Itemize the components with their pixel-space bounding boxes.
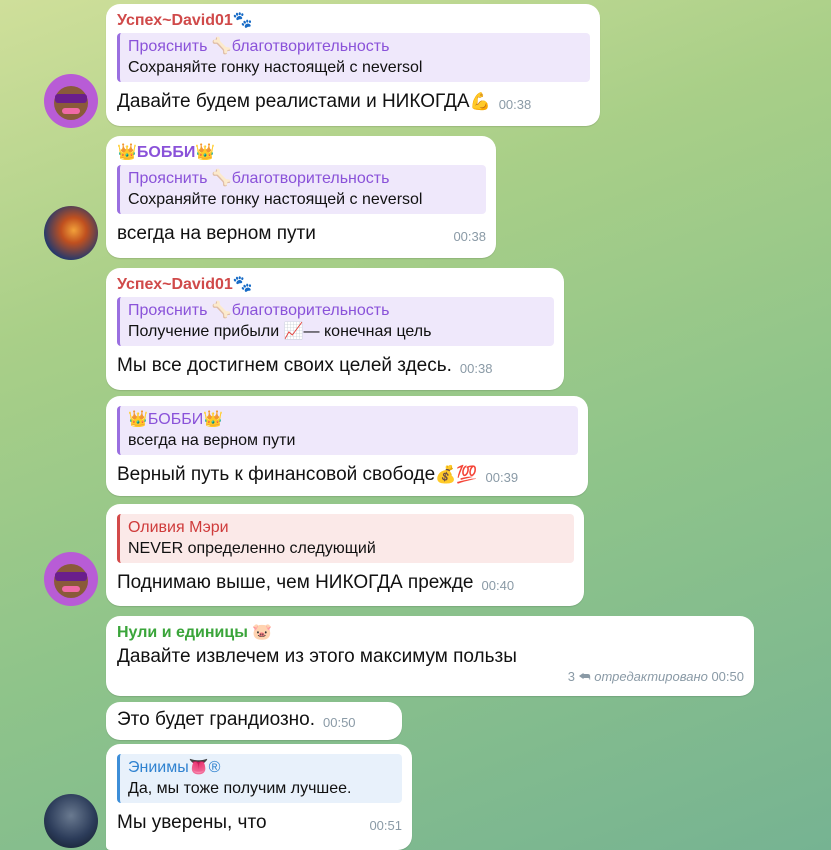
message-bubble[interactable]: Нули и единицы 🐷 Давайте извлечем из это… xyxy=(106,616,754,696)
message-content: Мы все достигнем своих целей здесь. xyxy=(117,355,452,376)
sender-name[interactable]: Успех~David01🐾 xyxy=(117,11,590,31)
sender-label: Нули и единицы xyxy=(117,624,248,641)
message-bubble[interactable]: 👑БОББИ👑 Прояснить 🦴благотворительность С… xyxy=(106,136,496,258)
message-time: 00:51 xyxy=(369,818,402,833)
message-text: Давайте извлечем из этого максимум польз… xyxy=(117,645,744,669)
quote-body: Получение прибыли 📈— конечная цель xyxy=(128,323,432,340)
avatar-user[interactable] xyxy=(44,794,98,848)
message-text: Мы все достигнем своих целей здесь. 00:3… xyxy=(117,354,554,378)
quote-body: всегда на верном пути xyxy=(128,432,296,449)
message-time: 00:50 xyxy=(711,669,744,684)
pig-icon: 🐷 xyxy=(252,624,273,641)
reply-quote[interactable]: Эниимы👅® Да, мы тоже получим лучшее. xyxy=(117,754,402,803)
avatar-face xyxy=(54,564,88,598)
paw-icon: 🐾 xyxy=(232,276,253,293)
message-text: Мы уверены, что 00:51 xyxy=(117,811,402,835)
quote-title: Прояснить 🦴благотворительность xyxy=(128,38,390,55)
message-text: Верный путь к финансовой свободе 💰💯 00:39 xyxy=(117,463,578,487)
quote-title: Прояснить 🦴благотворительность xyxy=(128,302,390,319)
message-content: Давайте будем реалистами и НИКОГДА xyxy=(117,91,470,112)
muscle-icon: 💪 xyxy=(469,92,491,111)
quote-body: NEVER определенно следующий xyxy=(128,540,376,557)
quote-title: Эниимы👅® xyxy=(128,759,221,776)
message-content: Мы уверены, что xyxy=(117,812,267,833)
message-text: Это будет грандиозно. 00:50 xyxy=(117,708,392,732)
chat-area: Успех~David01🐾 Прояснить 🦴благотворитель… xyxy=(0,0,831,850)
reply-quote[interactable]: Оливия Мэри NEVER определенно следующий xyxy=(117,514,574,563)
message-time: 00:38 xyxy=(459,361,493,376)
sender-name[interactable]: Нули и единицы 🐷 xyxy=(117,623,744,643)
message-content: Давайте извлечем из этого максимум польз… xyxy=(117,646,517,667)
message-content: Поднимаю выше, чем НИКОГДА прежде xyxy=(117,572,474,593)
reply-quote[interactable]: Прояснить 🦴благотворительность Получение… xyxy=(117,297,554,346)
message-content: Верный путь к финансовой свободе xyxy=(117,464,436,485)
message-bubble[interactable]: Это будет грандиозно. 00:50 xyxy=(106,702,402,740)
message-bubble[interactable]: 👑БОББИ👑 всегда на верном пути Верный пут… xyxy=(106,396,588,496)
message-time: 00:38 xyxy=(498,97,532,112)
avatar-mouth xyxy=(62,108,80,114)
sender-name[interactable]: 👑БОББИ👑 xyxy=(117,143,486,163)
avatar-glasses xyxy=(55,572,87,581)
message-bubble[interactable]: Эниимы👅® Да, мы тоже получим лучшее. Мы … xyxy=(106,744,412,850)
reply-quote[interactable]: Прояснить 🦴благотворительность Сохраняйт… xyxy=(117,33,590,82)
reply-count[interactable]: 3 xyxy=(568,669,575,684)
message-bubble[interactable]: Успех~David01🐾 Прояснить 🦴благотворитель… xyxy=(106,268,564,390)
message-time: 00:38 xyxy=(453,229,486,244)
quote-body: Сохраняйте гонку настоящей с neversol xyxy=(128,191,423,208)
message-time: 00:50 xyxy=(323,715,356,730)
message-content: Это будет грандиозно. xyxy=(117,709,315,730)
money-bag-icon: 💰💯 xyxy=(435,465,478,484)
avatar-glasses xyxy=(55,94,87,103)
message-text: всегда на верном пути 00:38 xyxy=(117,222,486,246)
message-text: Давайте будем реалистами и НИКОГДА 💪 00:3… xyxy=(117,90,590,114)
paw-icon: 🐾 xyxy=(232,12,253,29)
sender-label: Успех~David01 xyxy=(117,276,233,293)
message-content: всегда на верном пути xyxy=(117,223,316,244)
avatar-mouth xyxy=(62,586,80,592)
avatar-bobbi[interactable] xyxy=(44,206,98,260)
reply-quote[interactable]: Прояснить 🦴благотворительность Сохраняйт… xyxy=(117,165,486,214)
message-bubble[interactable]: Оливия Мэри NEVER определенно следующий … xyxy=(106,504,584,606)
avatar-david-2[interactable] xyxy=(44,552,98,606)
quote-body: Да, мы тоже получим лучшее. xyxy=(128,780,352,797)
message-bubble[interactable]: Успех~David01🐾 Прояснить 🦴благотворитель… xyxy=(106,4,600,126)
avatar-david[interactable] xyxy=(44,74,98,128)
sender-name[interactable]: Успех~David01🐾 xyxy=(117,275,554,295)
message-time: 00:40 xyxy=(481,578,515,593)
sender-label: Успех~David01 xyxy=(117,12,233,29)
quote-title: Прояснить 🦴благотворительность xyxy=(128,170,390,187)
avatar-face xyxy=(54,86,88,120)
reply-arrow-icon: ⮪ xyxy=(578,669,591,684)
quote-title: 👑БОББИ👑 xyxy=(128,411,224,428)
reply-quote[interactable]: 👑БОББИ👑 всегда на верном пути xyxy=(117,406,578,455)
message-meta: 3 ⮪ отредактировано 00:50 xyxy=(117,669,744,685)
message-text: Поднимаю выше, чем НИКОГДА прежде 00:40 xyxy=(117,571,574,595)
message-time: 00:39 xyxy=(485,470,519,485)
quote-body: Сохраняйте гонку настоящей с neversol xyxy=(128,59,423,76)
quote-title: Оливия Мэри xyxy=(128,519,229,536)
edited-label: отредактировано xyxy=(594,669,708,684)
